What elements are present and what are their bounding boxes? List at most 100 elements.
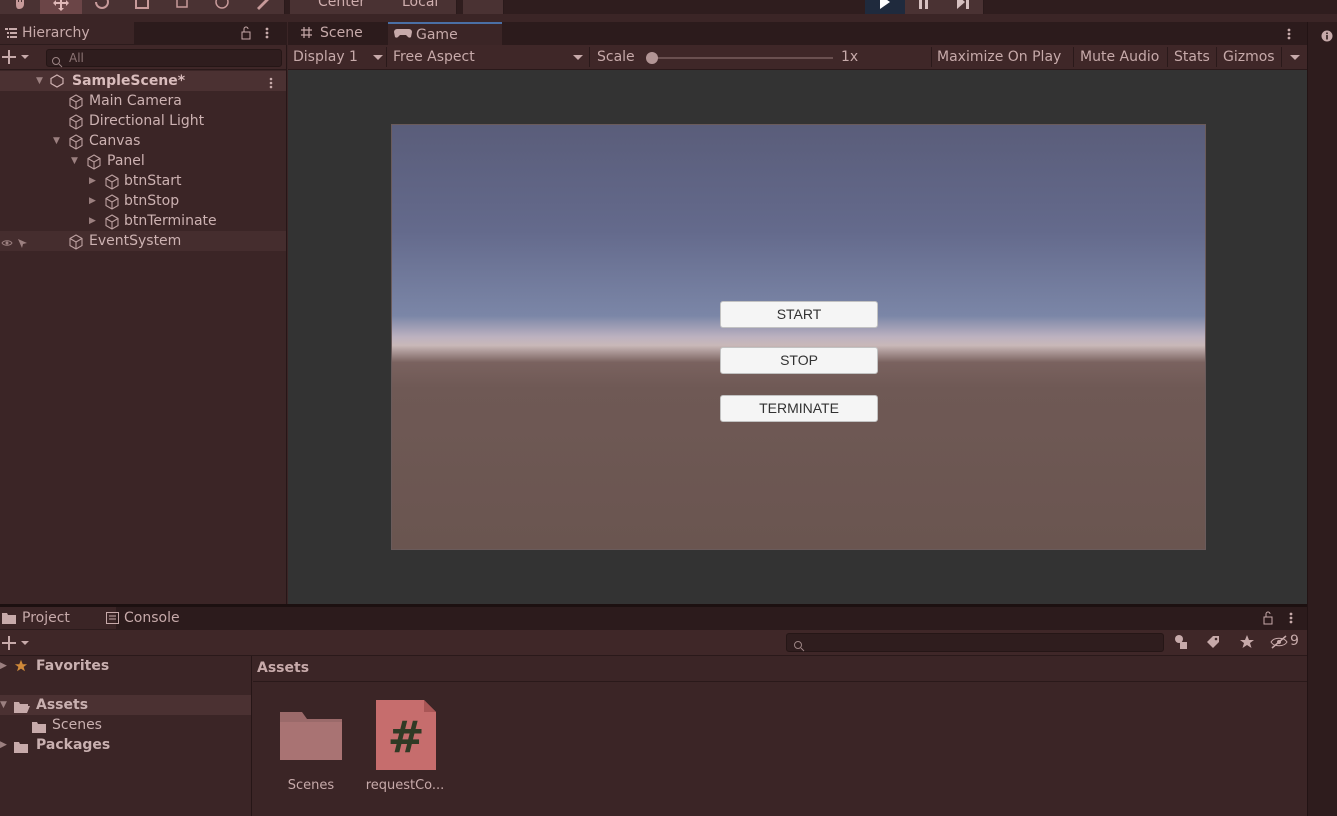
game-view-toolbar: Display 1 Free Aspect Scale 1x Maximize … <box>288 45 1307 70</box>
snap-button[interactable] <box>463 0 504 14</box>
display-label: Display 1 <box>293 49 358 65</box>
tree-item-scenes[interactable]: Scenes <box>0 715 251 735</box>
hierarchy-item-btnstart[interactable]: ▶ btnStart <box>0 171 286 191</box>
scale-slider-track[interactable] <box>648 57 833 59</box>
maximize-on-play-button[interactable]: Maximize On Play <box>937 45 1061 69</box>
panel-menu-icon[interactable] <box>1288 610 1294 629</box>
asset-item-script[interactable]: # requestCo... <box>360 700 450 796</box>
tree-item-assets[interactable]: ▼ Assets <box>0 695 251 715</box>
display-dropdown[interactable]: Display 1 <box>293 45 385 69</box>
collapse-arrow-icon[interactable]: ▶ <box>0 656 7 676</box>
transform-tool-button[interactable] <box>202 0 243 14</box>
divider <box>931 47 932 67</box>
start-button[interactable]: START <box>720 301 878 328</box>
pivot-label: Center <box>318 0 366 10</box>
hidden-packages-icon[interactable] <box>1270 634 1290 654</box>
hierarchy-item-btnterminate[interactable]: ▶ btnTerminate <box>0 211 286 231</box>
space-toggle[interactable]: Local <box>376 0 457 14</box>
step-button[interactable] <box>943 0 984 14</box>
tab-game[interactable]: Game <box>388 22 502 46</box>
play-button[interactable] <box>865 0 906 14</box>
tree-item-favorites[interactable]: ▶ Favorites <box>0 656 251 676</box>
hierarchy-toolbar: All <box>0 45 286 70</box>
mute-audio-button[interactable]: Mute Audio <box>1080 45 1159 69</box>
asset-item-scenes[interactable]: Scenes <box>266 700 356 796</box>
search-by-label-icon[interactable] <box>1205 634 1221 654</box>
view-menu-icon[interactable] <box>1286 26 1292 45</box>
tab-console-label: Console <box>124 610 180 626</box>
star-icon[interactable] <box>1239 634 1255 654</box>
hierarchy-item-directional-light[interactable]: Directional Light <box>0 111 286 131</box>
svg-text:#: # <box>388 712 425 763</box>
breadcrumb[interactable]: Assets <box>257 660 309 676</box>
hierarchy-item-label: btnStart <box>124 173 182 189</box>
tab-hierarchy[interactable]: Hierarchy <box>0 22 134 44</box>
divider <box>589 47 590 67</box>
collapse-arrow-icon[interactable]: ▶ <box>0 735 7 755</box>
hidden-packages-count: 9 <box>1290 633 1299 649</box>
hierarchy-icon <box>4 26 18 40</box>
tree-item-label: Favorites <box>36 658 110 674</box>
tab-console[interactable]: Console <box>102 607 224 629</box>
pivot-toggle[interactable]: Center <box>290 0 377 14</box>
add-icon[interactable] <box>2 635 30 655</box>
tab-project[interactable]: Project <box>0 607 116 629</box>
hierarchy-item-btnstop[interactable]: ▶ btnStop <box>0 191 286 211</box>
scale-slider-handle[interactable] <box>646 52 658 64</box>
grid-icon <box>300 26 313 39</box>
add-icon[interactable] <box>2 49 30 69</box>
gizmos-dropdown-icon[interactable] <box>1290 45 1300 73</box>
hierarchy-panel: All ▼ SampleScene* Main Camera Direction… <box>0 45 287 605</box>
scale-tool-button[interactable] <box>122 0 163 14</box>
terminate-button[interactable]: TERMINATE <box>720 395 878 422</box>
assets-breadcrumb-bar: Assets <box>253 656 1307 682</box>
csharp-script-icon: # <box>376 700 436 774</box>
hierarchy-item-eventsystem[interactable]: EventSystem <box>0 231 286 251</box>
info-icon[interactable] <box>1321 27 1333 46</box>
search-icon <box>793 637 805 656</box>
collapse-arrow-icon[interactable]: ▶ <box>89 171 96 191</box>
project-search-input[interactable] <box>786 633 1164 652</box>
search-by-type-icon[interactable] <box>1174 634 1190 654</box>
stop-button[interactable]: STOP <box>720 347 878 374</box>
pause-button[interactable] <box>905 0 944 14</box>
expand-arrow-icon[interactable]: ▼ <box>53 131 60 151</box>
custom-tool-button[interactable] <box>242 0 285 14</box>
folder-icon <box>2 612 16 624</box>
lock-icon[interactable] <box>1262 610 1274 629</box>
tree-item-packages[interactable]: ▶ Packages <box>0 735 251 755</box>
project-assets-area: Assets Scenes # requestCo... <box>253 656 1307 816</box>
collapse-arrow-icon[interactable]: ▶ <box>89 191 96 211</box>
aspect-dropdown[interactable]: Free Aspect <box>393 45 585 69</box>
expand-arrow-icon[interactable]: ▼ <box>36 71 43 91</box>
tree-item-label: Packages <box>36 737 111 753</box>
gizmos-button[interactable]: Gizmos <box>1223 45 1275 69</box>
expand-arrow-icon[interactable]: ▼ <box>71 151 78 171</box>
search-placeholder: All <box>69 51 84 65</box>
hand-tool-button[interactable] <box>0 0 41 14</box>
hierarchy-scene-row[interactable]: ▼ SampleScene* <box>0 71 286 91</box>
project-tabstrip: Project Console <box>0 607 1307 630</box>
pickable-icon[interactable] <box>16 235 28 255</box>
hierarchy-search-input[interactable]: All <box>46 49 282 68</box>
expand-arrow-icon[interactable]: ▼ <box>0 695 7 715</box>
visibility-icon[interactable] <box>1 235 13 255</box>
hierarchy-item-main-camera[interactable]: Main Camera <box>0 91 286 111</box>
game-viewport[interactable]: START STOP TERMINATE <box>391 124 1206 550</box>
folder-icon <box>14 739 28 759</box>
stats-button[interactable]: Stats <box>1174 45 1210 69</box>
move-tool-button[interactable] <box>40 0 83 14</box>
rotate-tool-button[interactable] <box>82 0 123 14</box>
hierarchy-item-panel[interactable]: ▼ Panel <box>0 151 286 171</box>
hierarchy-item-canvas[interactable]: ▼ Canvas <box>0 131 286 151</box>
gamepad-icon <box>394 27 412 39</box>
collapse-arrow-icon[interactable]: ▶ <box>89 211 96 231</box>
project-folder-tree: ▶ Favorites ▼ Assets Scenes ▶ Packages <box>0 656 252 816</box>
tab-game-label: Game <box>416 27 458 43</box>
rect-tool-button[interactable] <box>162 0 203 14</box>
scene-name: SampleScene* <box>72 73 186 89</box>
lock-icon[interactable] <box>240 25 252 44</box>
panel-menu-icon[interactable] <box>264 25 270 44</box>
inspector-collapsed-strip <box>1307 22 1337 816</box>
tab-scene-label: Scene <box>320 25 363 41</box>
